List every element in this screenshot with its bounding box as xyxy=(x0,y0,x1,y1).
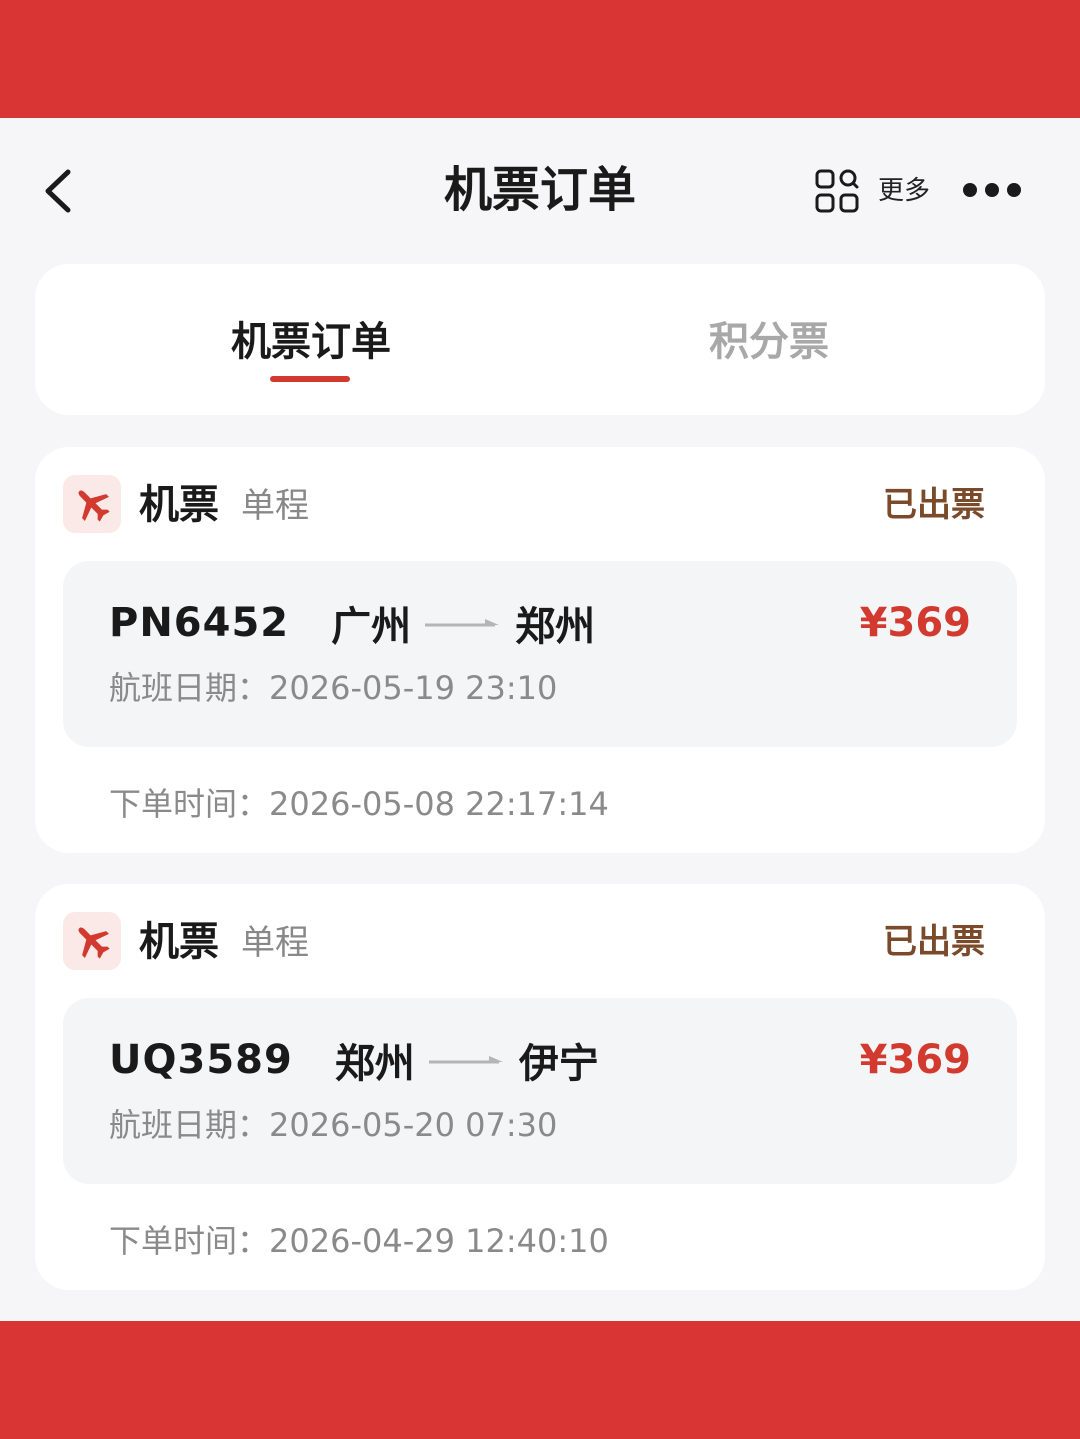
grid-search-icon xyxy=(815,169,859,213)
order-time: 下单时间：2026-05-08 22:17:14 xyxy=(109,785,609,823)
tab-bar: 机票订单 积分票 xyxy=(35,264,1045,415)
more-label: 更多 xyxy=(878,176,931,206)
order-type-label: 机票 xyxy=(139,482,219,528)
arrival-city: 郑州 xyxy=(515,604,596,650)
flight-number: PN6452 xyxy=(109,600,290,646)
flight-date: 航班日期：2026-05-20 07:30 xyxy=(109,1106,558,1144)
order-type-label: 机票 xyxy=(139,919,219,965)
menu-button[interactable] xyxy=(960,176,1024,204)
flight-info-panel: UQ3589 郑州 伊宁 ¥369 航班日期：2026-05-20 07:30 xyxy=(63,998,1017,1184)
flight-number: UQ3589 xyxy=(109,1037,293,1083)
route-arrow-icon xyxy=(425,619,500,627)
order-time: 下单时间：2026-04-29 12:40:10 xyxy=(109,1222,609,1260)
arrival-city: 伊宁 xyxy=(518,1041,599,1087)
flight-info-panel: PN6452 广州 郑州 ¥369 航班日期：2026-05-19 23:10 xyxy=(63,561,1017,747)
price: ¥369 xyxy=(859,1037,971,1083)
departure-city: 广州 xyxy=(331,604,412,650)
page-title: 机票订单 xyxy=(443,162,636,218)
flight-route-row: PN6452 广州 郑州 xyxy=(109,595,595,651)
trip-type-label: 单程 xyxy=(241,923,309,963)
order-card[interactable]: 机票 单程 已出票 UQ3589 郑州 伊宁 ¥369 航班日期：2026-05… xyxy=(35,884,1045,1290)
active-tab-indicator xyxy=(270,376,350,382)
more-dots-icon xyxy=(963,183,1021,197)
flight-date: 航班日期：2026-05-19 23:10 xyxy=(109,669,558,707)
price: ¥369 xyxy=(859,600,971,646)
airplane-icon xyxy=(78,927,110,959)
plane-icon-badge xyxy=(63,912,121,970)
route-arrow-icon xyxy=(428,1056,503,1064)
plane-icon-badge xyxy=(63,475,121,533)
airplane-icon xyxy=(78,490,110,522)
order-card[interactable]: 机票 单程 已出票 PN6452 广州 郑州 ¥369 航班日期：2026-05… xyxy=(35,447,1045,853)
back-button[interactable] xyxy=(40,166,80,216)
status-badge: 已出票 xyxy=(883,485,985,525)
tab-points-tickets[interactable]: 积分票 xyxy=(649,314,889,370)
departure-city: 郑州 xyxy=(334,1041,415,1087)
more-button[interactable]: 更多 xyxy=(814,168,930,214)
tab-flight-orders[interactable]: 机票订单 xyxy=(191,314,431,370)
trip-type-label: 单程 xyxy=(241,486,309,526)
status-badge: 已出票 xyxy=(883,922,985,962)
flight-route-row: UQ3589 郑州 伊宁 xyxy=(109,1032,599,1088)
bottom-red-band xyxy=(0,1321,1080,1439)
top-red-band xyxy=(0,0,1080,118)
chevron-left-icon xyxy=(45,169,71,213)
